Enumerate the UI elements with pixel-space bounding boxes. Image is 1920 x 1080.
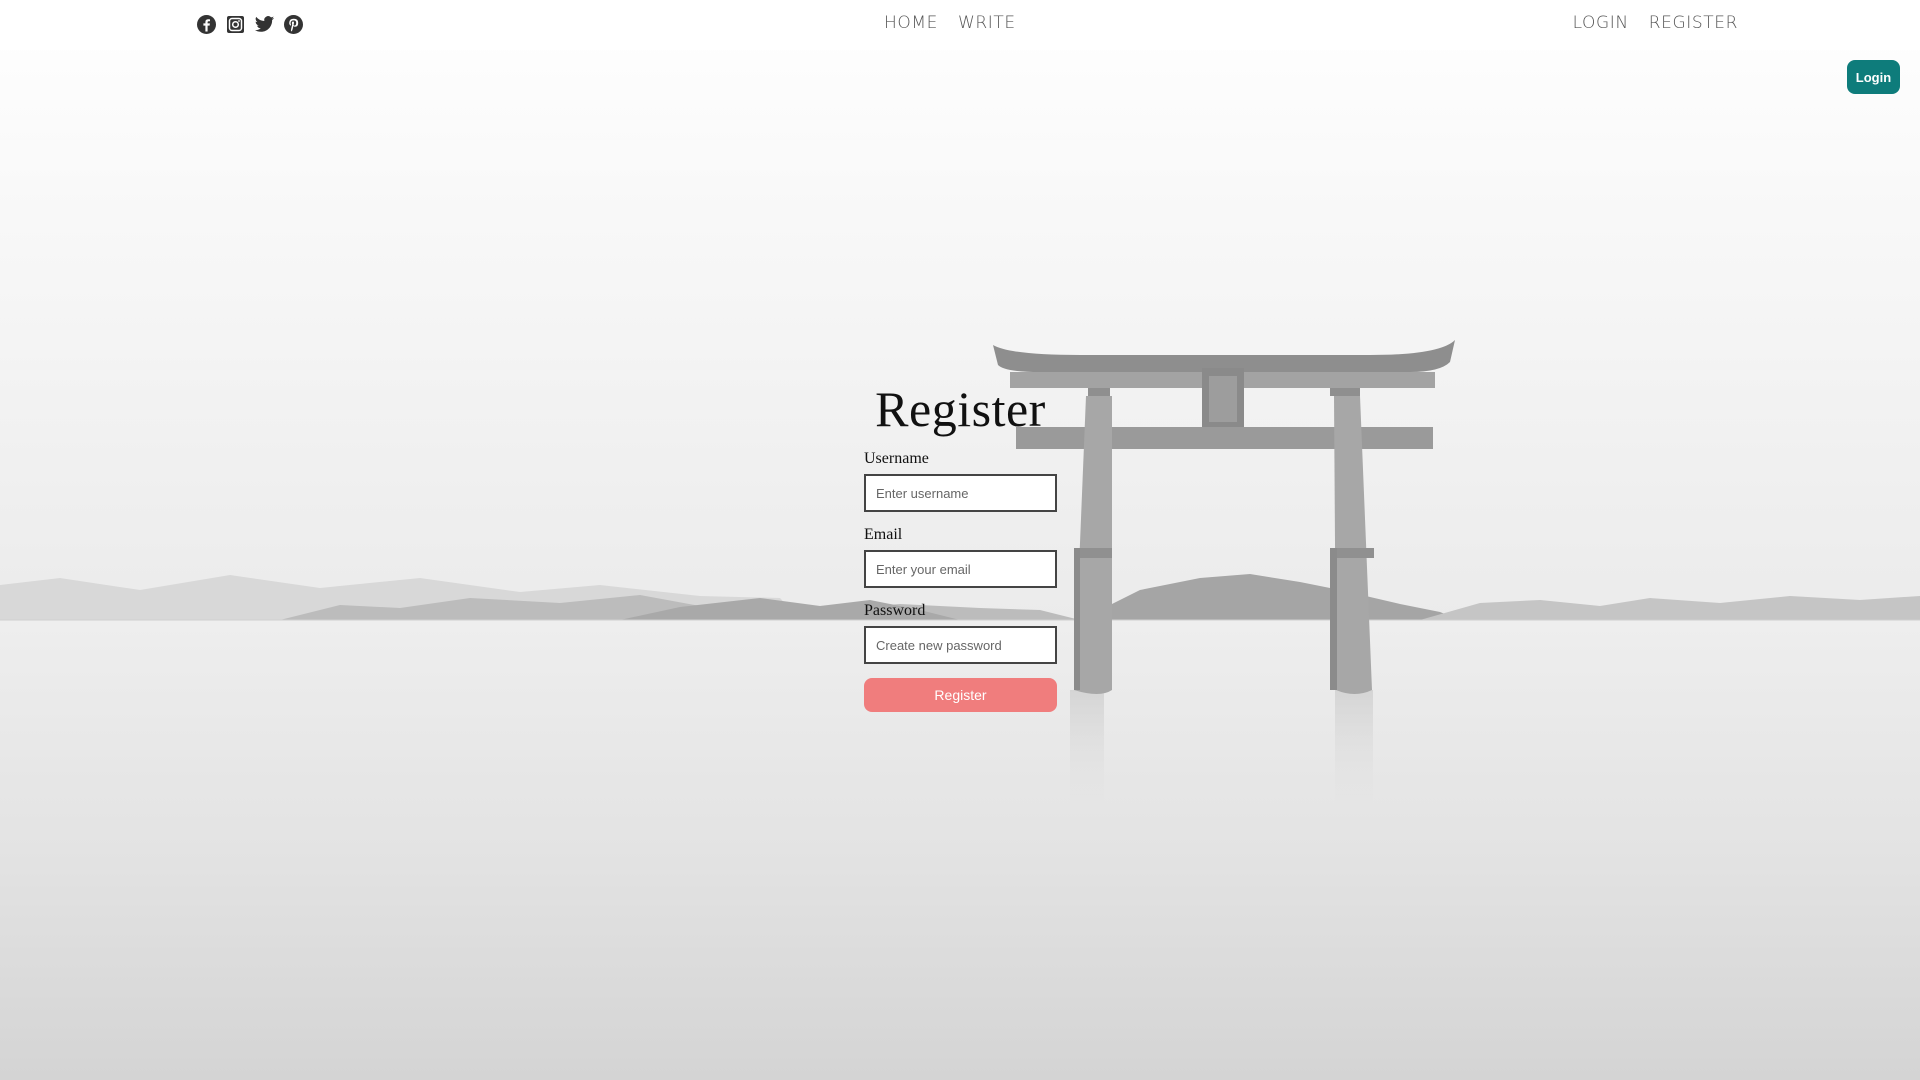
social-links [196, 14, 304, 35]
nav-register-link[interactable]: REGISTER [1649, 13, 1738, 33]
twitter-icon[interactable] [254, 14, 275, 35]
instagram-icon[interactable] [225, 14, 246, 35]
password-label: Password [864, 602, 926, 619]
email-input[interactable] [864, 550, 1057, 588]
username-label: Username [864, 450, 929, 467]
nav-write-link[interactable]: WRITE [958, 13, 1016, 33]
nav-home-link[interactable]: HOME [884, 13, 938, 33]
main-nav: HOME WRITE [884, 13, 1016, 33]
email-label: Email [864, 526, 903, 543]
nav-login-link[interactable]: LOGIN [1573, 13, 1629, 33]
facebook-icon[interactable] [196, 14, 217, 35]
login-button[interactable]: Login [1847, 60, 1900, 94]
page-title: Register [875, 381, 1046, 437]
register-button[interactable]: Register [864, 678, 1057, 712]
register-form: Register Username Email Password Registe… [864, 380, 1057, 712]
top-navbar: HOME WRITE LOGIN REGISTER [0, 0, 1920, 50]
pinterest-icon[interactable] [283, 14, 304, 35]
auth-nav: LOGIN REGISTER [1573, 13, 1738, 33]
password-input[interactable] [864, 626, 1057, 664]
username-input[interactable] [864, 474, 1057, 512]
